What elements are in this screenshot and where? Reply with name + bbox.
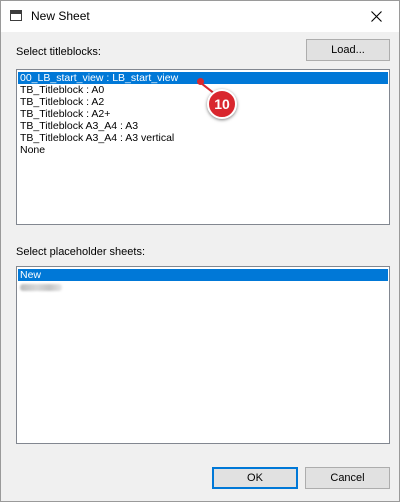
list-item[interactable] (18, 281, 388, 293)
callout-anchor (197, 78, 204, 85)
load-button[interactable]: Load... (306, 39, 390, 61)
window-icon (10, 10, 22, 21)
callout-badge: 10 (207, 89, 237, 119)
titleblocks-label: Select titleblocks: (16, 46, 101, 58)
close-button[interactable] (353, 1, 399, 32)
placeholder-sheets-label: Select placeholder sheets: (16, 246, 146, 258)
new-sheet-dialog: New Sheet Select titleblocks: Load... 00… (0, 0, 400, 502)
list-item[interactable]: TB_Titleblock A3_A4 : A3 vertical (18, 132, 388, 144)
list-item[interactable]: TB_Titleblock : A2 (18, 96, 388, 108)
titleblocks-list[interactable]: 00_LB_start_view : LB_start_view TB_Title… (16, 69, 390, 225)
ok-button[interactable]: OK (212, 467, 298, 489)
title-bar[interactable]: New Sheet (1, 1, 399, 32)
redacted-item (20, 283, 62, 291)
list-item[interactable]: None (18, 144, 388, 156)
window-title: New Sheet (31, 9, 90, 23)
list-item[interactable]: TB_Titleblock : A2+ (18, 108, 388, 120)
placeholder-sheets-list[interactable]: New (16, 266, 390, 444)
cancel-button[interactable]: Cancel (305, 467, 390, 489)
close-icon (370, 11, 382, 22)
list-item[interactable]: New (18, 269, 388, 281)
list-item[interactable]: TB_Titleblock A3_A4 : A3 (18, 120, 388, 132)
